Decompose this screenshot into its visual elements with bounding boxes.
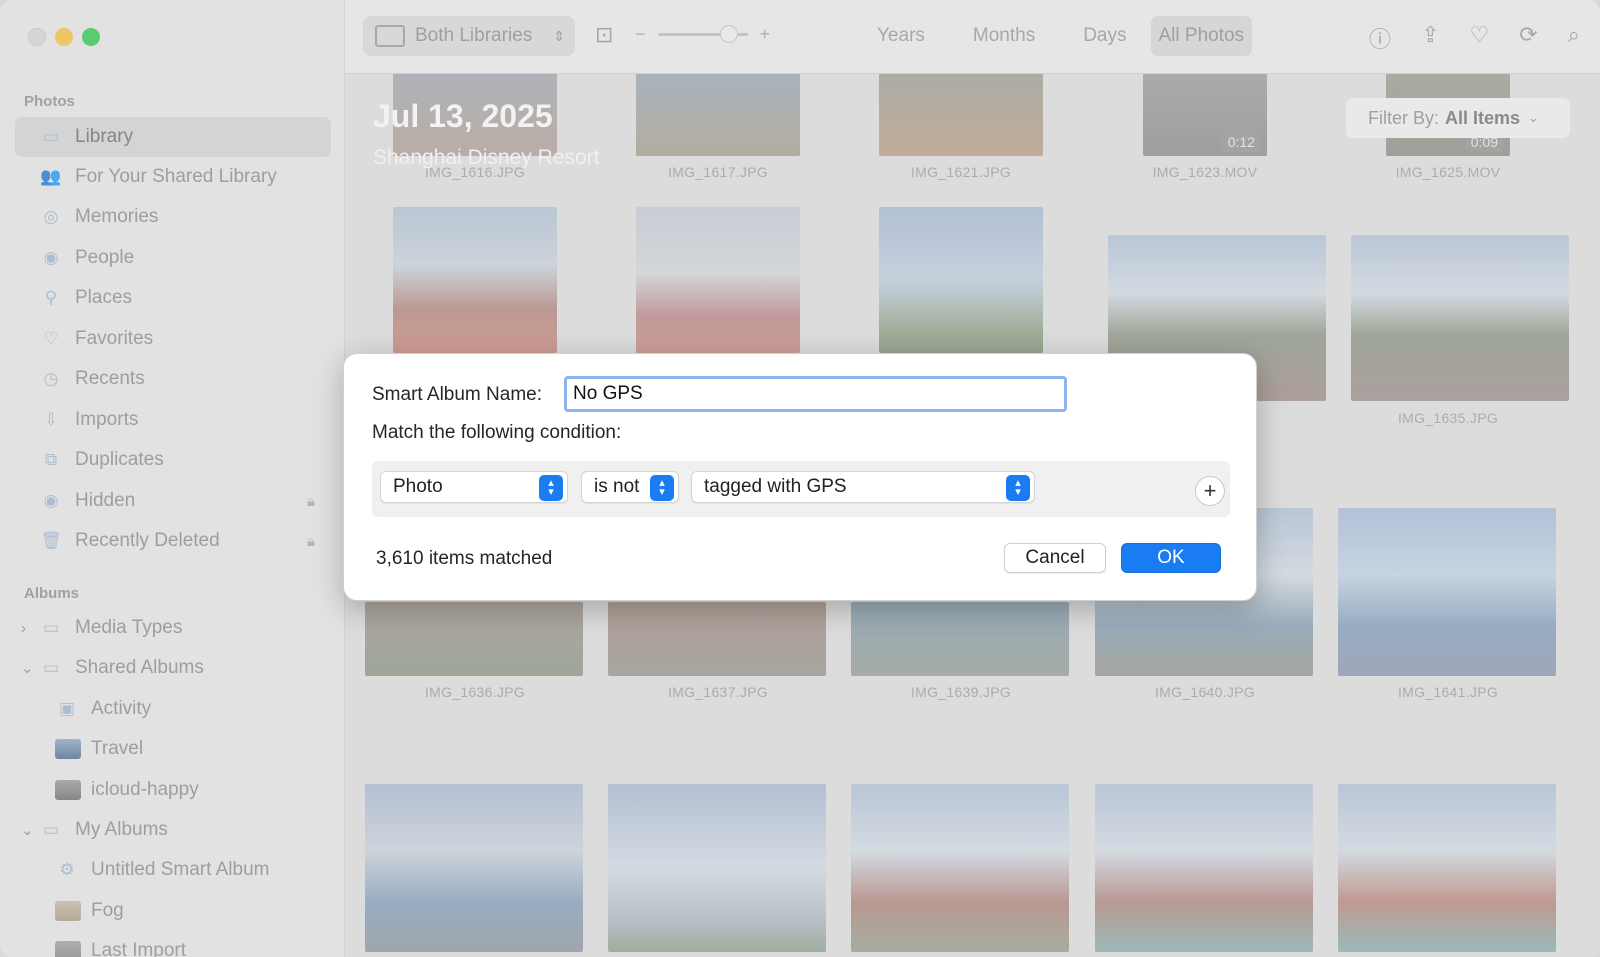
updown-chevron-icon: ▴ ▾ [539, 475, 563, 501]
share-icon[interactable]: ⇪ [1421, 22, 1439, 54]
updown-chevron-icon: ▴ ▾ [1006, 475, 1030, 501]
updown-chevron-icon: ⇕ [553, 27, 565, 44]
condition-row: Photo ▴ ▾ is not ▴ ▾ tagged with GPS ▴ ▾ + [372, 461, 1230, 517]
ok-button[interactable]: OK [1121, 543, 1221, 573]
toolbar: Both Libraries ⇕ ⊡ − + Years Months Days… [345, 0, 1600, 74]
tab-all-photos[interactable]: All Photos [1150, 16, 1253, 56]
tab-months[interactable]: Months [949, 16, 1059, 56]
zoom-knob[interactable] [719, 25, 738, 43]
condition-value-value: tagged with GPS [704, 476, 847, 497]
condition-field-value: Photo [393, 476, 443, 497]
tab-years[interactable]: Years [853, 16, 949, 56]
toolbar-actions: ⓘ ⇪ ♡ ⟳ ⌕ [1369, 22, 1580, 54]
rotate-icon[interactable]: ⟳ [1519, 22, 1537, 54]
items-matched-count: 3,610 items matched [376, 548, 553, 569]
view-segmented-control: Years Months Days All Photos [853, 16, 1253, 56]
photos-window: Photos ▭ Library 👥 For Your Shared Libra… [0, 0, 1600, 957]
updown-chevron-icon: ▴ ▾ [650, 475, 674, 501]
library-picker[interactable]: Both Libraries ⇕ [363, 16, 575, 56]
condition-label: Match the following condition: [372, 422, 622, 443]
cancel-button[interactable]: Cancel [1004, 543, 1106, 573]
zoom-out-icon[interactable]: − [635, 24, 646, 45]
zoom-in-icon[interactable]: + [760, 24, 771, 45]
zoom-track[interactable] [657, 25, 748, 43]
tab-days[interactable]: Days [1059, 16, 1150, 56]
smart-album-name-label: Smart Album Name: [372, 384, 542, 405]
search-icon[interactable]: ⌕ [1568, 22, 1580, 54]
slideshow-icon[interactable]: ⊡ [595, 22, 613, 48]
info-icon[interactable]: ⓘ [1369, 22, 1391, 54]
smart-album-dialog: Smart Album Name: Match the following co… [343, 353, 1257, 601]
chevron-down-icon: ⌄ [1528, 110, 1539, 125]
condition-field-popup[interactable]: Photo ▴ ▾ [380, 471, 568, 503]
zoom-slider[interactable]: − + [635, 24, 770, 45]
location-header[interactable]: Shanghai Disney Resort [373, 146, 599, 170]
filter-label: Filter By: [1368, 107, 1440, 128]
condition-operator-value: is not [594, 476, 640, 497]
condition-operator-popup[interactable]: is not ▴ ▾ [581, 471, 679, 503]
library-picker-label: Both Libraries [415, 25, 533, 46]
condition-value-popup[interactable]: tagged with GPS ▴ ▾ [691, 471, 1035, 503]
smart-album-name-input[interactable] [564, 376, 1067, 412]
filter-by-button[interactable]: Filter By: All Items ⌄ [1346, 98, 1570, 138]
photos-library-icon [375, 25, 405, 47]
filter-value: All Items [1445, 107, 1521, 128]
heart-icon[interactable]: ♡ [1470, 22, 1490, 54]
date-header: Jul 13, 2025 [373, 98, 553, 134]
add-condition-button[interactable]: + [1195, 476, 1225, 506]
